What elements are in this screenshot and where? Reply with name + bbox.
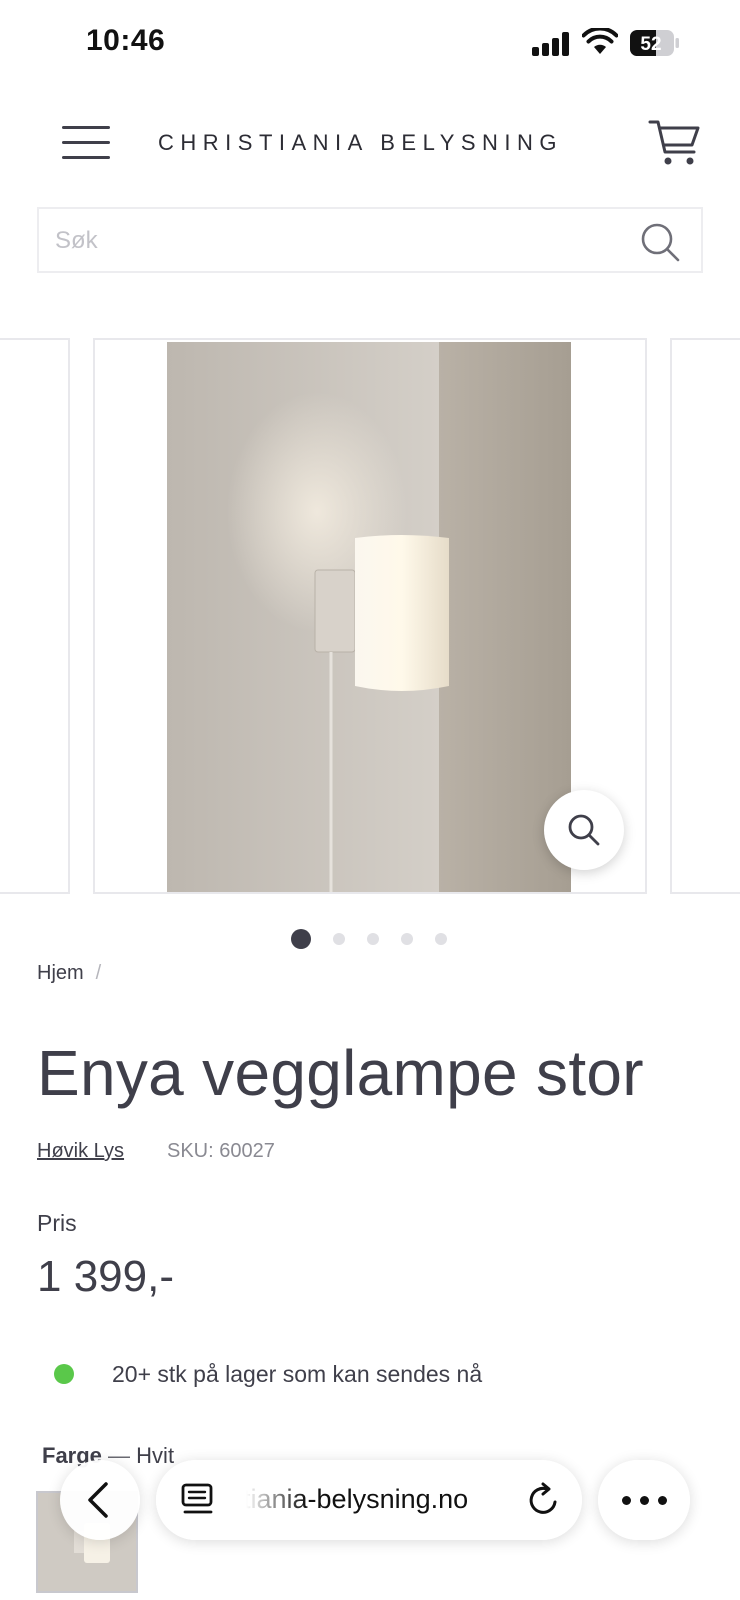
carousel-slide-next[interactable]: [670, 338, 740, 894]
breadcrumb-separator: /: [95, 962, 102, 984]
tabs-icon[interactable]: [180, 1482, 216, 1518]
zoom-button[interactable]: [544, 790, 624, 870]
carousel-dot-5[interactable]: [435, 933, 447, 945]
product-title: Enya vegglampe stor: [37, 1037, 644, 1109]
status-bar: 10:46 52: [0, 0, 740, 90]
chevron-left-icon: [88, 1482, 108, 1518]
brand-logo[interactable]: CHRISTIANIA BELYSNING: [158, 130, 563, 156]
magnifier-icon: [568, 814, 600, 846]
browser-back-button[interactable]: [60, 1460, 140, 1540]
menu-icon: [62, 126, 110, 129]
more-icon: [622, 1496, 631, 1505]
stock-status-text: 20+ stk på lager som kan sendes nå: [112, 1361, 483, 1387]
stock-status-indicator: [54, 1364, 74, 1384]
price-label: Pris: [37, 1210, 77, 1236]
search-bar: [37, 207, 703, 273]
browser-address-bar[interactable]: christiania-belysning.no: [156, 1460, 582, 1540]
more-options-button[interactable]: [598, 1460, 690, 1540]
product-image: [167, 342, 571, 892]
menu-button[interactable]: [62, 124, 110, 160]
search-input[interactable]: [55, 219, 615, 263]
breadcrumb: Hjem /: [37, 962, 101, 985]
battery-icon: 52: [630, 30, 679, 56]
carousel-dot-3[interactable]: [367, 933, 379, 945]
carousel-pagination: [0, 928, 740, 949]
carousel-slide-previous[interactable]: [0, 338, 70, 894]
battery-level: 52: [640, 34, 661, 55]
carousel-dot-2[interactable]: [333, 933, 345, 945]
carousel-dot-1[interactable]: [291, 929, 311, 949]
reload-icon[interactable]: [524, 1480, 564, 1520]
search-icon[interactable]: [639, 221, 681, 263]
product-sku: SKU: 60027: [167, 1140, 275, 1162]
cart-icon[interactable]: [648, 118, 702, 168]
breadcrumb-home-link[interactable]: Hjem: [37, 962, 84, 984]
status-time: 10:46: [86, 24, 166, 57]
product-price: 1 399,-: [37, 1252, 174, 1301]
product-brand-link[interactable]: Høvik Lys: [37, 1140, 124, 1163]
cellular-signal-icon: [532, 32, 570, 56]
wifi-icon: [582, 28, 618, 54]
carousel-dot-4[interactable]: [401, 933, 413, 945]
